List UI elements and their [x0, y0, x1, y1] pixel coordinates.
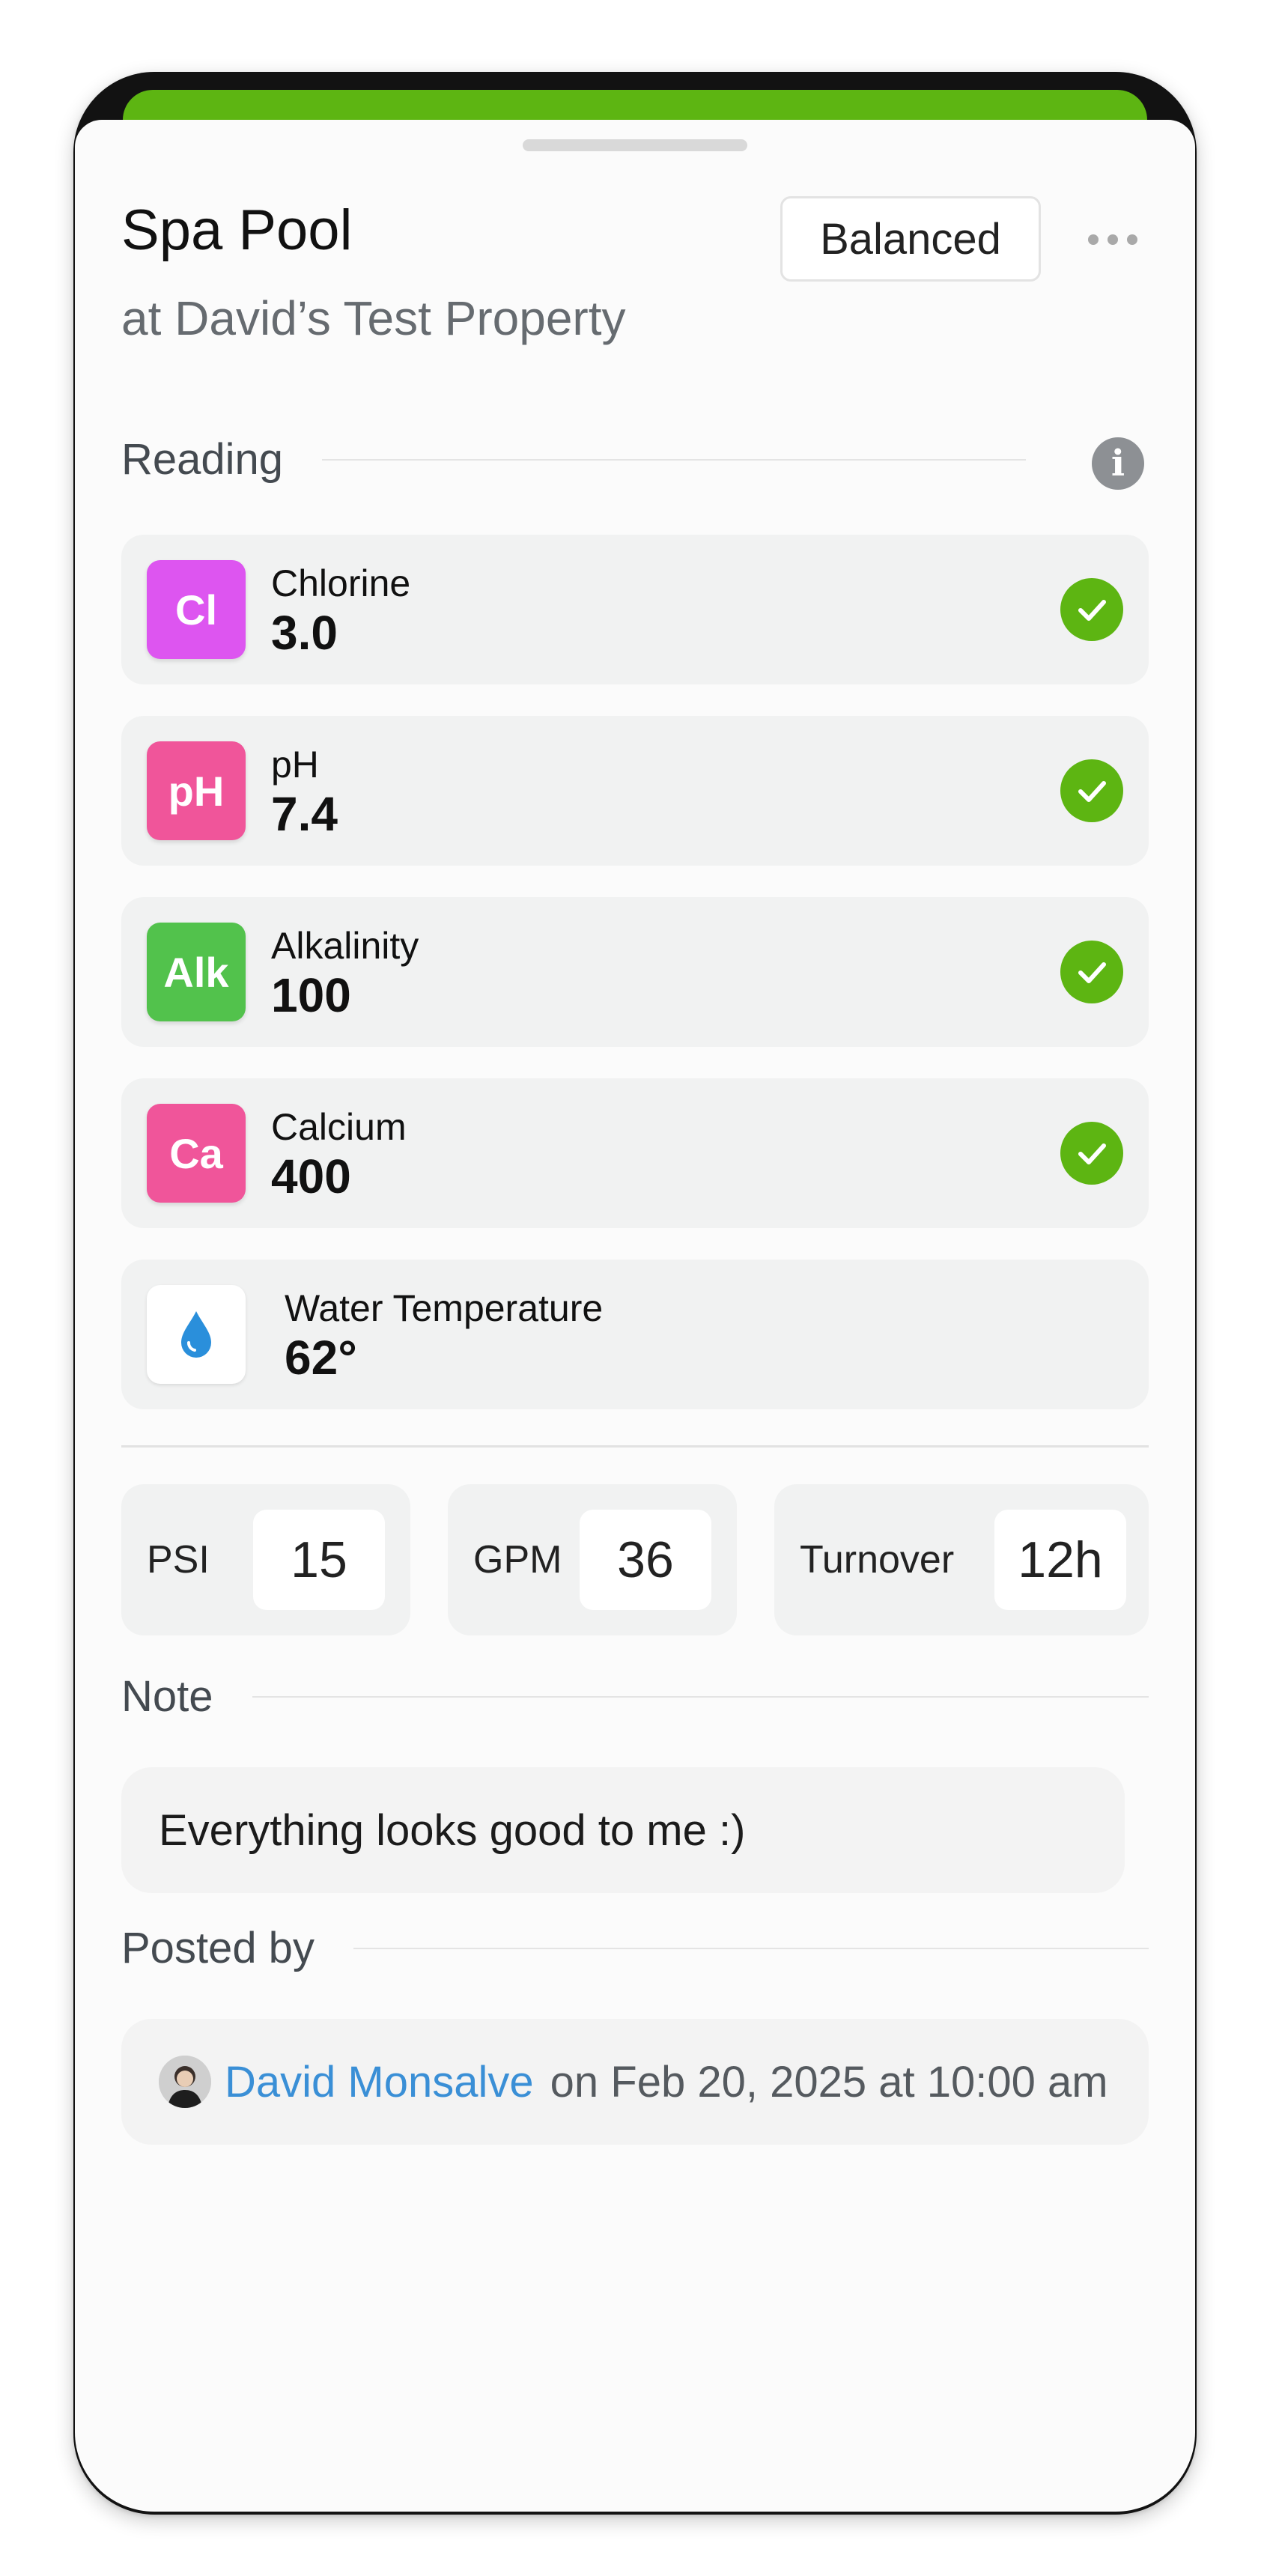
reading-row-ph[interactable]: pH pH 7.4 [121, 716, 1149, 866]
reading-label: Alkalinity [271, 925, 419, 967]
section-rule [322, 458, 1026, 461]
property-subtitle: at David’s Test Property [121, 291, 626, 345]
metric-label: PSI [147, 1538, 210, 1582]
reading-label: Calcium [271, 1106, 407, 1148]
reading-heading: Reading [121, 435, 284, 484]
more-dot-icon [1088, 234, 1099, 245]
posted-section-header: Posted by [121, 1923, 1149, 1973]
reading-row-calcium[interactable]: Ca Calcium 400 [121, 1078, 1149, 1228]
metric-psi[interactable]: PSI 15 [121, 1484, 410, 1635]
alkalinity-badge: Alk [147, 923, 246, 1021]
water-drop-icon [147, 1285, 246, 1384]
metric-turnover[interactable]: Turnover 12h [774, 1484, 1149, 1635]
calcium-badge: Ca [147, 1104, 246, 1203]
reading-value: 100 [271, 968, 351, 1022]
drag-handle[interactable] [523, 139, 747, 151]
note-text: Everything looks good to me :) [121, 1767, 1125, 1893]
check-icon [1060, 578, 1123, 641]
reading-value: 7.4 [271, 787, 338, 841]
metric-value[interactable]: 12h [994, 1510, 1126, 1610]
info-icon[interactable]: i [1092, 437, 1144, 490]
temperature-value: 62° [285, 1331, 357, 1385]
metric-gpm[interactable]: GPM 36 [448, 1484, 737, 1635]
note-section-header: Note [121, 1671, 1149, 1722]
more-dot-icon [1127, 234, 1137, 245]
check-icon [1060, 1122, 1123, 1185]
reading-section-header: Reading [121, 434, 1026, 484]
posted-by-row: David Monsalve on Feb 20, 2025 at 10:00 … [121, 2019, 1149, 2145]
posted-date: on Feb 20, 2025 at 10:00 am [550, 2057, 1108, 2106]
section-divider [121, 1445, 1149, 1448]
section-rule [252, 1695, 1149, 1698]
metric-value[interactable]: 15 [253, 1510, 385, 1610]
reading-row-water-temperature[interactable]: Water Temperature 62° [121, 1260, 1149, 1409]
reading-value: 400 [271, 1149, 351, 1203]
temperature-label: Water Temperature [285, 1287, 604, 1329]
check-icon [1060, 941, 1123, 1003]
chlorine-badge: Cl [147, 560, 246, 659]
section-rule [353, 1947, 1149, 1949]
avatar[interactable] [159, 2056, 211, 2108]
more-dot-icon [1108, 234, 1118, 245]
more-options-button[interactable] [1075, 210, 1150, 270]
pool-reading-sheet: Spa Pool at David’s Test Property Balanc… [75, 120, 1195, 2512]
metric-label: Turnover [800, 1538, 955, 1582]
metric-value[interactable]: 36 [580, 1510, 711, 1610]
status-button[interactable]: Balanced [780, 196, 1041, 282]
note-heading: Note [121, 1672, 213, 1721]
check-icon [1060, 759, 1123, 822]
reading-row-alkalinity[interactable]: Alk Alkalinity 100 [121, 897, 1149, 1047]
reading-label: Chlorine [271, 562, 411, 604]
author-link[interactable]: David Monsalve [225, 2057, 534, 2107]
metric-label: GPM [473, 1538, 562, 1582]
reading-label: pH [271, 744, 319, 786]
reading-row-chlorine[interactable]: Cl Chlorine 3.0 [121, 535, 1149, 684]
posted-heading: Posted by [121, 1924, 315, 1972]
reading-value: 3.0 [271, 606, 338, 660]
ph-badge: pH [147, 741, 246, 840]
page-title: Spa Pool [121, 198, 353, 262]
